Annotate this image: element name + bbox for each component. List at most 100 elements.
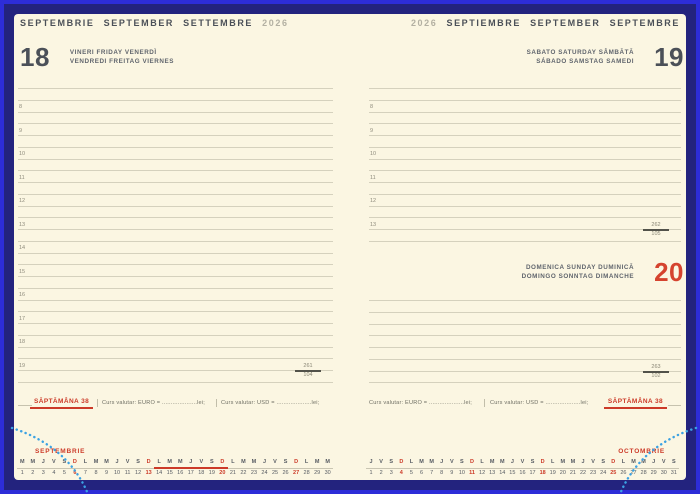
hour-label: 13: [370, 222, 376, 229]
schedule-line[interactable]: [369, 324, 681, 325]
schedule-line[interactable]: [18, 217, 333, 218]
hour-label: 9: [19, 128, 22, 135]
schedule-line[interactable]: [18, 300, 333, 301]
schedule-line[interactable]: [369, 194, 681, 195]
day-header-friday-18: 18 VINERI FRIDAY VENERDÌ VENDREDI FREITA…: [20, 45, 174, 69]
schedule-line[interactable]: [369, 206, 681, 207]
day-names-line2: SÁBADO SAMSTAG SAMEDI: [527, 58, 634, 67]
schedule-line[interactable]: [18, 88, 333, 89]
diary-page-spread: SEPTEMBRIE SEPTEMBER SETTEMBRE 2026 2026…: [14, 14, 686, 480]
currency-euro-field[interactable]: Curs valutar: EURO = ...................…: [369, 400, 472, 406]
day-number: 24: [261, 470, 267, 477]
day-number: 17: [529, 470, 535, 477]
currency-usd-field[interactable]: Curs valutar: USD = ....................…: [490, 400, 588, 406]
month-names-label: SEPTIEMBRE SEPTEMBER SEPTEMBRE: [446, 18, 680, 28]
schedule-line[interactable]: [18, 288, 333, 289]
schedule-line[interactable]: [18, 194, 333, 195]
day-number: 5: [410, 470, 413, 477]
day-number: 27: [293, 470, 299, 477]
hour-label: 9: [370, 128, 373, 135]
hour-label: 12: [19, 198, 25, 205]
schedule-line[interactable]: [18, 347, 333, 348]
month-header-left: SEPTEMBRIE SEPTEMBER SETTEMBRE 2026: [20, 18, 289, 28]
schedule-line[interactable]: [18, 335, 333, 336]
schedule-line[interactable]: [18, 382, 333, 383]
schedule-line[interactable]: [18, 229, 333, 230]
hour-label: 13: [19, 222, 25, 229]
day-number: 20: [560, 470, 566, 477]
currency-usd-field[interactable]: Curs valutar: USD = ....................…: [221, 400, 319, 406]
day-number: 11: [125, 470, 131, 477]
schedule-line[interactable]: [18, 135, 333, 136]
hour-label: 8: [370, 104, 373, 111]
week-number-badge: SĂPTĂMÂNA 38: [604, 398, 667, 409]
schedule-line[interactable]: [369, 159, 681, 160]
schedule-line[interactable]: [369, 347, 681, 348]
day-names-line1: SABATO SATURDAY SÂMBĂTĂ: [527, 49, 634, 58]
schedule-line[interactable]: [369, 229, 681, 230]
schedule-line[interactable]: [18, 147, 333, 148]
schedule-line[interactable]: [18, 170, 333, 171]
schedule-line[interactable]: [18, 253, 333, 254]
schedule-line[interactable]: [18, 241, 333, 242]
schedule-line[interactable]: [369, 100, 681, 101]
day-counter-saturday: 262 105: [643, 222, 669, 238]
currency-euro-field[interactable]: Curs valutar: EURO = ...................…: [102, 400, 205, 406]
schedule-line[interactable]: [18, 323, 333, 324]
schedule-line[interactable]: [18, 276, 333, 277]
day-number: 12: [135, 470, 141, 477]
day-number: 30: [325, 470, 331, 477]
hour-label: 12: [370, 198, 376, 205]
month-header-right: 2026 SEPTIEMBRE SEPTEMBER SEPTEMBRE: [411, 18, 680, 28]
schedule-line[interactable]: [369, 335, 681, 336]
day-number: 18: [20, 45, 50, 69]
schedule-line[interactable]: [369, 312, 681, 313]
schedule-line[interactable]: [18, 206, 333, 207]
days-remaining: 102: [643, 373, 669, 380]
day-number: 19: [550, 470, 556, 477]
schedule-line[interactable]: [369, 147, 681, 148]
day-of-year: 262: [643, 222, 669, 229]
day-names-line2: VENDREDI FREITAG VIERNES: [70, 58, 174, 67]
year-label: 2026: [262, 18, 288, 28]
divider: [484, 399, 485, 407]
day-names-line2: DOMINGO SONNTAG DIMANCHE: [522, 273, 634, 282]
schedule-line[interactable]: [369, 300, 681, 301]
schedule-line[interactable]: [369, 123, 681, 124]
week-number-badge: SĂPTĂMÂNA 38: [30, 398, 93, 409]
schedule-line[interactable]: [369, 170, 681, 171]
schedule-line[interactable]: [18, 182, 333, 183]
day-number: 18: [540, 470, 546, 477]
schedule-line[interactable]: [369, 88, 681, 89]
day-number: 22: [240, 470, 246, 477]
schedule-line[interactable]: [18, 159, 333, 160]
day-number: 16: [519, 470, 525, 477]
day-number: 11: [469, 470, 475, 477]
day-number: 21: [570, 470, 576, 477]
hour-label: 10: [370, 151, 376, 158]
schedule-line[interactable]: [18, 264, 333, 265]
schedule-line[interactable]: [18, 311, 333, 312]
divider: [97, 399, 98, 407]
schedule-line[interactable]: [18, 112, 333, 113]
schedule-line[interactable]: [369, 371, 681, 372]
schedule-line[interactable]: [369, 359, 681, 360]
schedule-line[interactable]: [369, 217, 681, 218]
schedule-line[interactable]: [18, 100, 333, 101]
day-number: 10: [459, 470, 465, 477]
day-number: 19: [209, 470, 215, 477]
current-week-underline: [154, 467, 228, 469]
day-number: 3: [390, 470, 393, 477]
schedule-line[interactable]: [369, 382, 681, 383]
schedule-line[interactable]: [369, 182, 681, 183]
hour-label: 10: [19, 151, 25, 158]
schedule-line[interactable]: [369, 135, 681, 136]
schedule-line[interactable]: [369, 112, 681, 113]
day-number: 4: [400, 470, 403, 477]
week-info-row-left: SĂPTĂMÂNA 38 Curs valutar: EURO = ......…: [18, 398, 333, 410]
schedule-line[interactable]: [18, 370, 333, 371]
schedule-line[interactable]: [369, 241, 681, 242]
hour-label: 8: [19, 104, 22, 111]
schedule-line[interactable]: [18, 358, 333, 359]
schedule-line[interactable]: [18, 123, 333, 124]
